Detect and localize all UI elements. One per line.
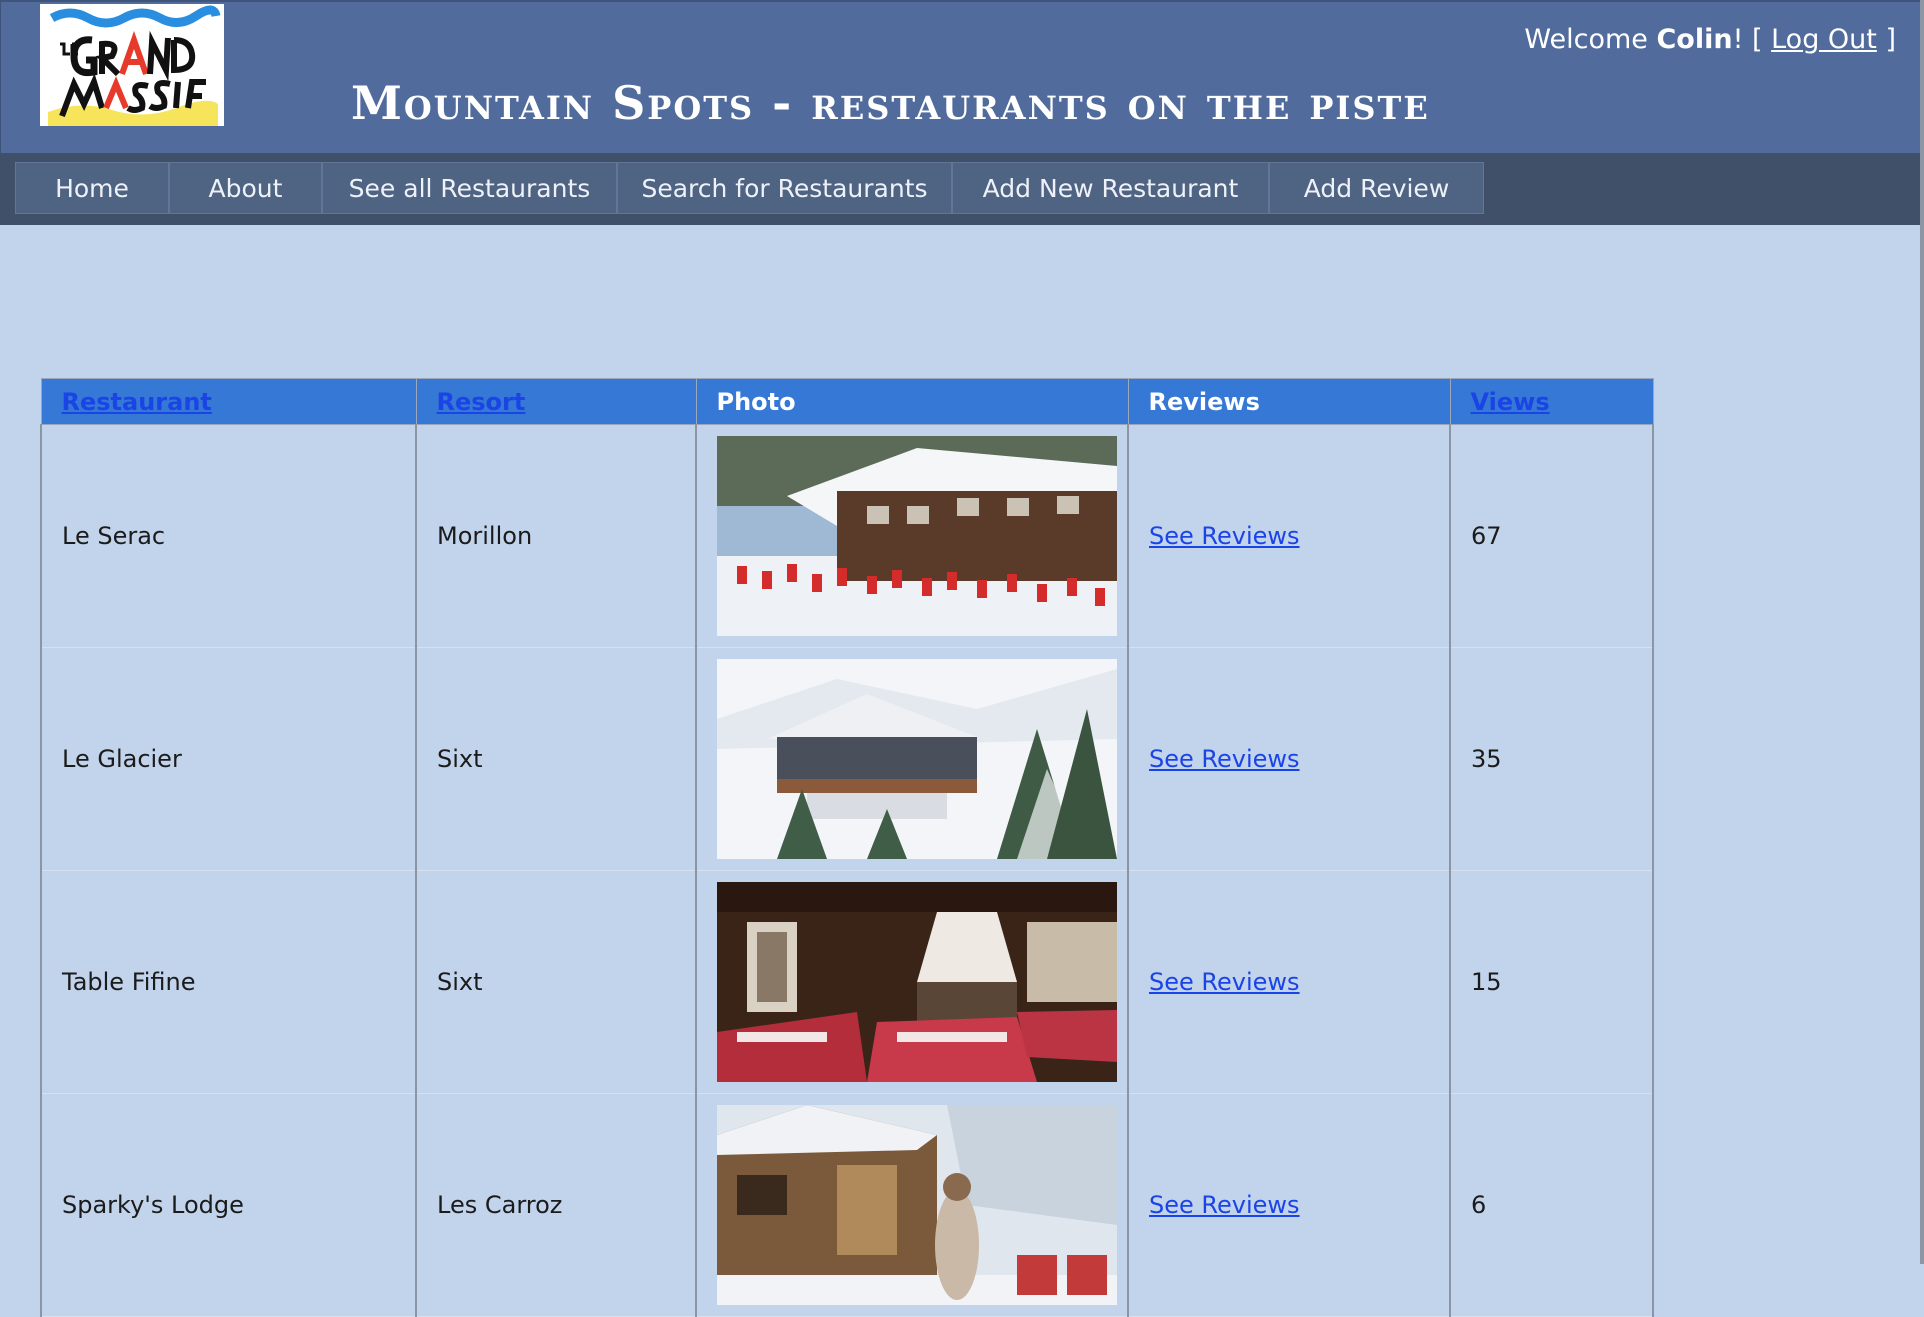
views-count: 35	[1449, 647, 1654, 871]
header-views: Views	[1449, 378, 1654, 425]
photo-cell	[695, 424, 1129, 648]
see-reviews-link[interactable]: See Reviews	[1149, 522, 1300, 550]
see-reviews-link[interactable]: See Reviews	[1149, 968, 1300, 996]
logout-link[interactable]: Log Out	[1771, 24, 1877, 55]
reviews-cell: See Reviews	[1127, 647, 1451, 871]
restaurants-table: Restaurant Resort Photo Reviews Views Le…	[40, 378, 1654, 1317]
nav-about[interactable]: About	[169, 162, 322, 214]
window-edge	[1920, 0, 1924, 1264]
nav-home[interactable]: Home	[15, 162, 169, 214]
reviews-cell: See Reviews	[1127, 870, 1451, 1094]
header-reviews: Reviews	[1127, 378, 1451, 425]
snowy-chalet-photo	[717, 659, 1117, 859]
lodge-skiers-photo	[717, 1105, 1117, 1305]
sort-resort-link[interactable]: Resort	[437, 388, 526, 416]
main-nav: Home About See all Restaurants Search fo…	[0, 153, 1920, 225]
photo-cell	[695, 647, 1129, 871]
dining-room-photo	[717, 882, 1117, 1082]
table-row: Le Glacier Sixt See Reviews 35	[40, 647, 1654, 871]
reviews-cell: See Reviews	[1127, 1093, 1451, 1317]
nav-search-restaurants[interactable]: Search for Restaurants	[617, 162, 952, 214]
resort-name: Sixt	[415, 647, 697, 871]
see-reviews-link[interactable]: See Reviews	[1149, 1191, 1300, 1219]
logo-graphic	[40, 4, 224, 126]
welcome-middle: ! [	[1732, 24, 1772, 55]
resort-name: Morillon	[415, 424, 697, 648]
grand-massif-logo[interactable]	[40, 4, 224, 126]
resort-name: Sixt	[415, 870, 697, 1094]
sort-restaurant-link[interactable]: Restaurant	[62, 388, 212, 416]
welcome-prefix: Welcome	[1524, 24, 1657, 55]
views-count: 15	[1449, 870, 1654, 1094]
restaurant-name: Table Fifine	[40, 870, 417, 1094]
resort-name: Les Carroz	[415, 1093, 697, 1317]
header-photo: Photo	[695, 378, 1129, 425]
header-resort: Resort	[415, 378, 697, 425]
restaurant-name: Le Serac	[40, 424, 417, 648]
reviews-cell: See Reviews	[1127, 424, 1451, 648]
restaurant-name: Le Glacier	[40, 647, 417, 871]
views-count: 67	[1449, 424, 1654, 648]
sort-views-link[interactable]: Views	[1471, 388, 1550, 416]
welcome-message: Welcome Colin! [ Log Out ]	[1524, 24, 1896, 55]
nav-add-review[interactable]: Add Review	[1269, 162, 1484, 214]
page-title: Mountain Spots - restaurants on the pist…	[351, 76, 1430, 130]
table-row: Le Serac Morillon See Reviews 67	[40, 424, 1654, 648]
site-header: Mountain Spots - restaurants on the pist…	[0, 0, 1920, 153]
user-name: Colin	[1656, 24, 1733, 55]
table-row: Table Fifine Sixt See Reviews 15	[40, 870, 1654, 1094]
restaurant-name: Sparky's Lodge	[40, 1093, 417, 1317]
nav-add-new-restaurant[interactable]: Add New Restaurant	[952, 162, 1269, 214]
see-reviews-link[interactable]: See Reviews	[1149, 745, 1300, 773]
chalet-terrace-photo	[717, 436, 1117, 636]
photo-cell	[695, 1093, 1129, 1317]
table-header-row: Restaurant Resort Photo Reviews Views	[40, 378, 1654, 425]
views-count: 6	[1449, 1093, 1654, 1317]
nav-see-all-restaurants[interactable]: See all Restaurants	[322, 162, 617, 214]
table-row: Sparky's Lodge Les Carroz See Reviews 6	[40, 1093, 1654, 1317]
header-restaurant: Restaurant	[40, 378, 417, 425]
welcome-suffix: ]	[1876, 24, 1896, 55]
photo-cell	[695, 870, 1129, 1094]
